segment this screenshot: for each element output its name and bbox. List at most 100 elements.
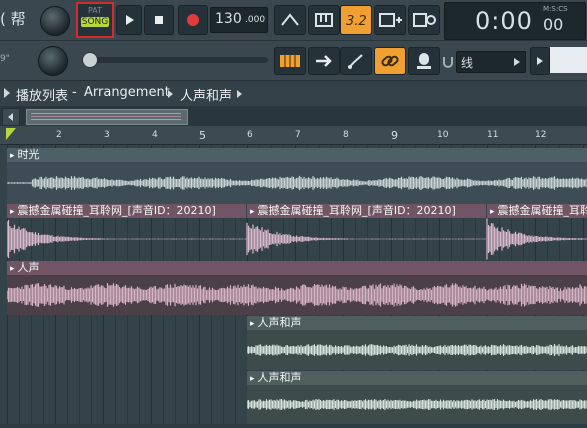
clip-arrow-icon: ▸ — [250, 207, 255, 217]
audio-clip-waveform[interactable] — [246, 385, 587, 424]
master-slider[interactable] — [82, 52, 268, 68]
chevron-left-icon — [8, 113, 13, 121]
waveform — [246, 344, 587, 356]
main-pitch-knob[interactable] — [38, 46, 68, 76]
breadcrumb-pattern[interactable]: 人声和声 — [180, 85, 232, 104]
ruler-bar: 3 — [104, 130, 110, 140]
snap-link-button[interactable] — [374, 47, 406, 75]
ruler-bar: 11 — [487, 130, 499, 140]
wait-record-button[interactable] — [308, 5, 340, 35]
tempo-display[interactable]: 130 .000 — [210, 7, 268, 33]
typing-keyboard-button[interactable] — [274, 47, 306, 75]
audio-clip-waveform[interactable] — [246, 330, 587, 370]
audio-clip-waveform[interactable] — [6, 162, 587, 204]
clip-label: 震撼金属碰撞_耳聆网_[声音ID：20210] — [257, 204, 456, 217]
waveform — [6, 218, 587, 260]
scroll-left-button[interactable] — [2, 108, 20, 126]
loop-record-button[interactable] — [408, 5, 440, 35]
record-button[interactable] — [178, 5, 208, 35]
clip-label: 人声 — [17, 261, 40, 274]
master-slider-handle[interactable] — [82, 52, 98, 68]
chevron-right-icon — [4, 88, 10, 98]
arrow-right-icon — [316, 55, 332, 67]
time-units-label: M:S:CS — [543, 5, 568, 13]
ruler-bar: 5 — [199, 129, 206, 142]
clip-label: 震撼金属碰撞_耳聆网_[声音ID：20210] — [497, 204, 587, 217]
clip-label: 震撼金属碰撞_耳聆网_[声音ID：20210] — [17, 204, 216, 217]
scroll-right-button[interactable] — [530, 47, 550, 75]
audio-clip-header[interactable]: ▸ 人声和声 — [247, 316, 587, 330]
clip-arrow-icon: ▸ — [250, 374, 255, 384]
waveform — [6, 175, 587, 191]
clip-arrow-icon: ▸ — [490, 207, 495, 217]
audio-clip-header[interactable]: ▸震撼金属碰撞_耳聆网_[声音ID：20210] — [7, 204, 246, 218]
slide-button[interactable] — [340, 47, 372, 75]
breadcrumb-separator: - — [72, 85, 77, 100]
snap-value: 线 — [461, 56, 474, 70]
audio-clip-header[interactable]: ▸ 时光 — [7, 148, 587, 162]
arrow-right-small-icon — [537, 57, 543, 65]
ruler-bar: 8 — [343, 130, 349, 140]
clip-arrow-icon: ▸ — [10, 264, 15, 274]
play-button[interactable] — [116, 5, 142, 35]
chevron-right-icon — [514, 58, 520, 66]
ruler-bar: 12 — [535, 130, 547, 140]
keyboard-plus-icon — [379, 13, 402, 27]
slide-note-icon — [348, 54, 363, 69]
tempo-value: 130 — [215, 11, 242, 27]
waveform — [246, 399, 587, 410]
clip-label: 时光 — [17, 148, 40, 161]
time-display[interactable]: 0:00 M:S:CS 00 — [444, 2, 586, 40]
ruler-bar: 10 — [437, 130, 449, 140]
breadcrumb-playlist: 播放列表 — [16, 89, 69, 104]
chevron-right-icon — [237, 90, 242, 98]
clip-arrow-icon: ▸ — [250, 319, 255, 329]
audio-clip-header[interactable]: ▸震撼金属碰撞_耳聆网_[声音ID：20210] — [247, 204, 486, 218]
hint-text: ( 帮 — [0, 10, 26, 28]
clip-arrow-icon: ▸ — [10, 207, 15, 217]
clip-arrow-icon: ▸ — [10, 151, 15, 161]
microphone-icon — [417, 53, 431, 69]
song-position-marker-icon[interactable] — [6, 128, 16, 140]
waveform — [6, 283, 587, 307]
time-value: 0:00 — [475, 7, 533, 35]
chevron-right-icon — [168, 90, 173, 98]
playlist-overview[interactable] — [0, 106, 587, 126]
playlist-grid[interactable]: ▸ 时光 ▸ 震撼金属碰撞_耳聆网_[声音ID：20210] ▸ 震撼金属碰撞_耳聆网… — [0, 145, 587, 424]
keyboard-icon — [315, 13, 333, 27]
metronome-icon — [281, 13, 299, 26]
stop-button[interactable] — [144, 5, 174, 35]
play-icon — [126, 15, 134, 25]
audio-clip-header[interactable]: ▸ 人声 — [7, 261, 587, 275]
snap-preview — [550, 47, 587, 73]
blend-notes-button[interactable] — [374, 5, 406, 35]
pat-mode-label: PAT — [87, 6, 103, 15]
timeline-ruler[interactable]: 2 3 4 5 6 7 8 9 10 11 12 — [0, 126, 587, 145]
song-mode-label: SONG — [81, 17, 109, 27]
tempo-decimal: .000 — [245, 15, 266, 25]
step-edit-button[interactable] — [308, 47, 340, 75]
magnet-icon — [442, 54, 454, 68]
mic-button[interactable] — [408, 47, 440, 75]
clip-label: 人声和声 — [257, 371, 302, 384]
main-volume-knob[interactable] — [40, 6, 70, 36]
ruler-bar: 4 — [152, 130, 158, 140]
snap-select[interactable]: 线 — [456, 51, 526, 73]
overview-scroll-thumb[interactable] — [26, 109, 188, 125]
transport-toolbar: ( 帮 PAT SONG 130 .000 3.2 0:00 M:S:CS 00 — [0, 0, 587, 40]
ruler-bar: 9 — [391, 129, 398, 142]
audio-clip-waveform[interactable] — [6, 275, 587, 315]
left-edge-label: 9" — [0, 54, 10, 64]
ruler-bar: 7 — [295, 130, 301, 140]
audio-clip-header[interactable]: ▸震撼金属碰撞_耳聆网_[声音ID：20210] — [487, 204, 587, 218]
snap-toolbar: 9" 线 — [0, 40, 587, 81]
piano-keys-icon — [280, 55, 300, 67]
countdown-button[interactable]: 3.2 — [340, 5, 372, 35]
pat-song-toggle[interactable]: PAT SONG — [76, 2, 114, 38]
audio-clip-header[interactable]: ▸ 人声和声 — [247, 371, 587, 385]
link-icon — [381, 55, 399, 67]
metronome-button[interactable] — [274, 5, 306, 35]
record-icon — [187, 14, 199, 26]
audio-clip-waveform[interactable] — [6, 218, 587, 260]
breadcrumb-arrangement[interactable]: Arrangement — [84, 85, 170, 100]
